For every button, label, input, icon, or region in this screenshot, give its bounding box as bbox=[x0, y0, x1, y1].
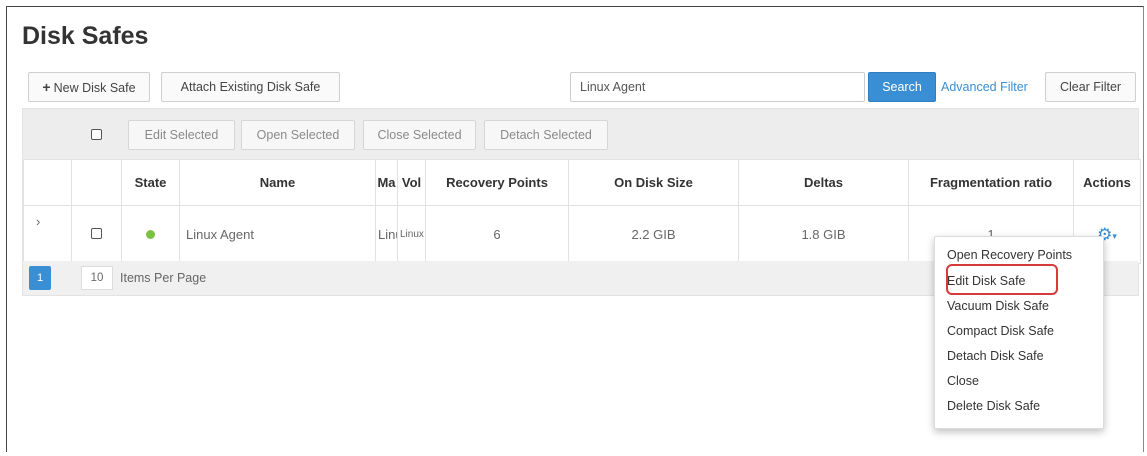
row-volume: Linux bbox=[397, 205, 426, 264]
bulk-action-bar: Edit Selected Open Selected Close Select… bbox=[23, 109, 1138, 159]
search-input[interactable]: Linux Agent bbox=[570, 72, 865, 102]
highlight-box bbox=[946, 264, 1058, 295]
page-title: Disk Safes bbox=[22, 22, 149, 50]
new-disk-safe-button[interactable]: + New Disk Safe bbox=[28, 72, 150, 102]
row-on-disk-size: 2.2 GIB bbox=[568, 205, 739, 264]
column-header-select bbox=[71, 159, 122, 206]
search-button[interactable]: Search bbox=[868, 72, 936, 102]
row-state-cell bbox=[121, 205, 180, 264]
advanced-filter-link[interactable]: Advanced Filter bbox=[941, 72, 1028, 102]
menu-item-detach-disk-safe[interactable]: Detach Disk Safe bbox=[947, 346, 1044, 366]
row-name: Linux Agent bbox=[179, 205, 376, 264]
row-checkbox[interactable] bbox=[91, 228, 102, 239]
menu-item-open-recovery-points[interactable]: Open Recovery Points bbox=[947, 245, 1072, 265]
state-online-icon bbox=[146, 230, 155, 239]
items-per-page-select[interactable]: 10 bbox=[81, 266, 113, 290]
open-selected-button[interactable]: Open Selected bbox=[241, 120, 355, 150]
select-all-checkbox[interactable] bbox=[91, 129, 102, 140]
close-selected-button[interactable]: Close Selected bbox=[363, 120, 476, 150]
row-deltas: 1.8 GIB bbox=[738, 205, 909, 264]
menu-item-close[interactable]: Close bbox=[947, 371, 979, 391]
menu-item-vacuum-disk-safe[interactable]: Vacuum Disk Safe bbox=[947, 296, 1049, 316]
row-machine: Linux Agent bbox=[375, 205, 398, 264]
plus-icon: + bbox=[42, 79, 51, 95]
column-header-actions: Actions bbox=[1073, 159, 1141, 206]
column-header-name[interactable]: Name bbox=[179, 159, 376, 206]
column-header-recovery-points[interactable]: Recovery Points bbox=[425, 159, 569, 206]
column-header-volume[interactable]: Vol bbox=[397, 159, 426, 206]
row-expander-icon[interactable]: › bbox=[23, 205, 72, 264]
menu-item-delete-disk-safe[interactable]: Delete Disk Safe bbox=[947, 396, 1040, 416]
detach-selected-button[interactable]: Detach Selected bbox=[484, 120, 608, 150]
row-select-cell bbox=[71, 205, 122, 264]
column-header-machine[interactable]: Ma bbox=[375, 159, 398, 206]
column-header-fragmentation-ratio[interactable]: Fragmentation ratio bbox=[908, 159, 1074, 206]
menu-item-compact-disk-safe[interactable]: Compact Disk Safe bbox=[947, 321, 1054, 341]
page-button-1[interactable]: 1 bbox=[29, 266, 51, 290]
column-header-state[interactable]: State bbox=[121, 159, 180, 206]
column-header-deltas[interactable]: Deltas bbox=[738, 159, 909, 206]
column-header-on-disk-size[interactable]: On Disk Size bbox=[568, 159, 739, 206]
items-per-page-label: Items Per Page bbox=[120, 271, 207, 285]
caret-down-icon: ▾ bbox=[1112, 230, 1117, 241]
attach-existing-disk-safe-button[interactable]: Attach Existing Disk Safe bbox=[161, 72, 340, 102]
column-header-expand bbox=[23, 159, 72, 206]
edit-selected-button[interactable]: Edit Selected bbox=[128, 120, 235, 150]
table-header-row: State Name Ma Vol Recovery Points On Dis… bbox=[23, 159, 1141, 206]
row-recovery-points: 6 bbox=[425, 205, 569, 264]
clear-filter-button[interactable]: Clear Filter bbox=[1045, 72, 1136, 102]
